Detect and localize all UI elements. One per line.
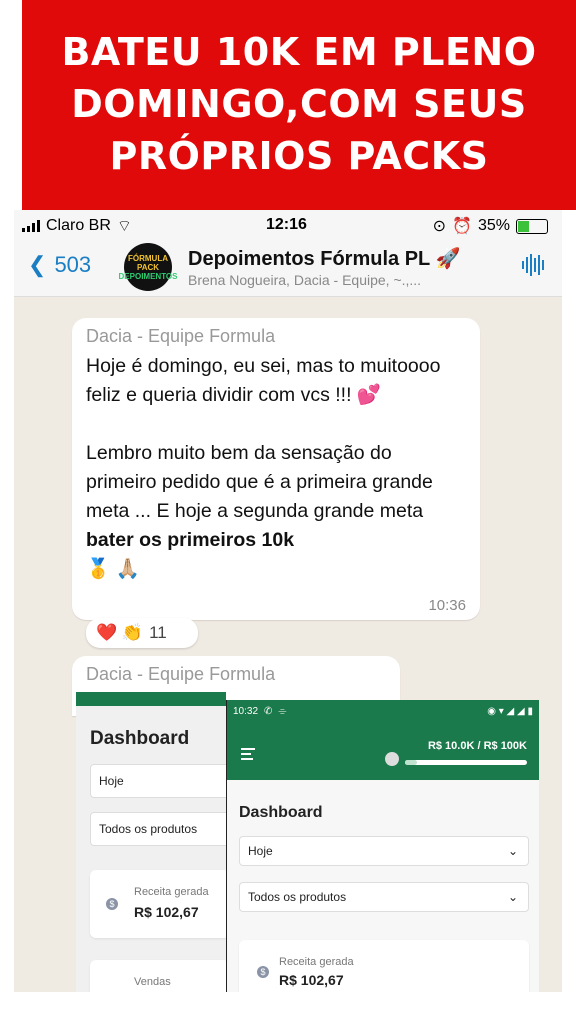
revenue-value: R$ 102,67 xyxy=(279,972,344,988)
message-time: 10:36 xyxy=(428,597,466,614)
dashboard-title: Dashboard xyxy=(239,804,323,821)
sales-label: Vendas xyxy=(134,976,171,988)
sales-card: Vendas xyxy=(90,960,230,992)
goal-label: R$ 10.0K / R$ 100K xyxy=(427,740,527,752)
voicemail-icon: ⌯ xyxy=(278,706,287,717)
banner-line-2: DOMINGO,COM SEUS xyxy=(71,82,527,126)
revenue-value: R$ 102,67 xyxy=(134,904,199,920)
battery-percent: 35% xyxy=(477,217,510,234)
menu-icon xyxy=(241,748,255,763)
reactions-pill[interactable]: ❤️ 👏 11 xyxy=(86,618,198,648)
reaction-count: 11 xyxy=(149,623,167,642)
back-button[interactable]: ❮ 503 xyxy=(28,252,91,278)
phone-icon: ✆ xyxy=(264,706,273,717)
message-sender: Dacia - Equipe Formula xyxy=(86,326,276,346)
group-title[interactable]: Depoimentos Fórmula PL 🚀 xyxy=(188,246,460,271)
rotation-lock-icon: ⊙ xyxy=(432,218,447,235)
revenue-card: $ Receita gerada R$ 102,67 xyxy=(90,870,230,938)
products-select: Todos os produtos xyxy=(90,812,234,846)
period-value: Hoje xyxy=(248,844,273,858)
message-bubble[interactable]: Dacia - Equipe Formula Hoje é domingo, e… xyxy=(72,318,480,620)
dollar-icon: $ xyxy=(257,966,269,978)
promo-banner: BATEU 10K EM PLENO DOMINGO,COM SEUS PRÓP… xyxy=(22,0,576,210)
medal-icon xyxy=(385,752,399,766)
carrier-name: Claro BR xyxy=(46,217,111,234)
avatar-subtext: DEPOIMENTOS xyxy=(118,271,178,281)
products-select: Todos os produtos ⌄ xyxy=(239,882,529,912)
whatsapp-screenshot: Claro BR ⌔ 12:16 ⊙ ⏰ 35% ❮ 503 FÓRMULA P… xyxy=(14,210,562,992)
dashboard-appbar: 10:32 ✆ ⌯ ◉ ▾ ◢ ◢ ▮ R$ 10.0K / R$ 100K xyxy=(227,700,539,780)
message-emoji: 🥇 🙏🏼 xyxy=(86,558,140,580)
message-paragraph-2-text: Lembro muito bem da sensação do primeiro… xyxy=(86,442,433,522)
reaction-emojis: ❤️ 👏 xyxy=(96,623,144,642)
group-avatar[interactable]: FÓRMULA PACK DEPOIMENTOS xyxy=(119,243,178,291)
avatar-text: FÓRMULA PACK xyxy=(128,253,168,272)
message-paragraph-1: Hoje é domingo, eu sei, mas to muitoooo … xyxy=(86,355,441,406)
status-bar: Claro BR ⌔ 12:16 ⊙ ⏰ 35% xyxy=(14,210,562,240)
period-select: Hoje ⌄ xyxy=(239,836,529,866)
goal-progress-bar xyxy=(405,760,527,765)
chevron-down-icon: ⌄ xyxy=(507,890,518,904)
signal-icon xyxy=(22,220,40,232)
banner-line-1: BATEU 10K EM PLENO xyxy=(61,30,537,74)
dashboard-screenshot-right: 10:32 ✆ ⌯ ◉ ▾ ◢ ◢ ▮ R$ 10.0K / R$ 100K D… xyxy=(226,700,539,992)
chat-header: ❮ 503 FÓRMULA PACK DEPOIMENTOS Depoiment… xyxy=(14,240,562,297)
message-paragraph-2: Lembro muito bem da sensação do primeiro… xyxy=(86,439,466,584)
banner-line-3: PRÓPRIOS PACKS xyxy=(109,134,489,178)
revenue-label: Receita gerada xyxy=(134,886,209,898)
audio-call-icon[interactable] xyxy=(522,254,544,276)
android-time: 10:32 xyxy=(233,706,259,717)
dashboard-screenshot-left: Dashboard Hoje Todos os produtos $ Recei… xyxy=(76,692,234,992)
period-select: Hoje xyxy=(90,764,234,798)
message-sender: Dacia - Equipe Formula xyxy=(86,664,276,684)
battery-icon xyxy=(516,218,548,234)
android-status: 10:32 ✆ ⌯ xyxy=(233,706,286,717)
message-bold-text: bater os primeiros 10k xyxy=(86,529,295,551)
alarm-icon: ⏰ xyxy=(452,218,472,235)
back-count: 503 xyxy=(54,252,92,277)
status-time: 12:16 xyxy=(266,216,307,233)
android-status-icons: ◉ ▾ ◢ ◢ ▮ xyxy=(487,706,533,717)
dashboard-title: Dashboard xyxy=(90,728,190,749)
products-value: Todos os produtos xyxy=(248,890,347,904)
revenue-label: Receita gerada xyxy=(279,956,354,968)
revenue-card: $ Receita gerada R$ 102,67 xyxy=(239,940,529,992)
dollar-icon: $ xyxy=(106,898,118,910)
group-members: Brena Nogueira, Dacia - Equipe, ~.,... xyxy=(188,272,422,288)
message-text: Hoje é domingo, eu sei, mas to muitoooo … xyxy=(86,352,466,584)
chevron-left-icon: ❮ xyxy=(28,252,47,277)
wifi-icon: ⌔ xyxy=(116,218,132,235)
chevron-down-icon: ⌄ xyxy=(507,844,518,858)
